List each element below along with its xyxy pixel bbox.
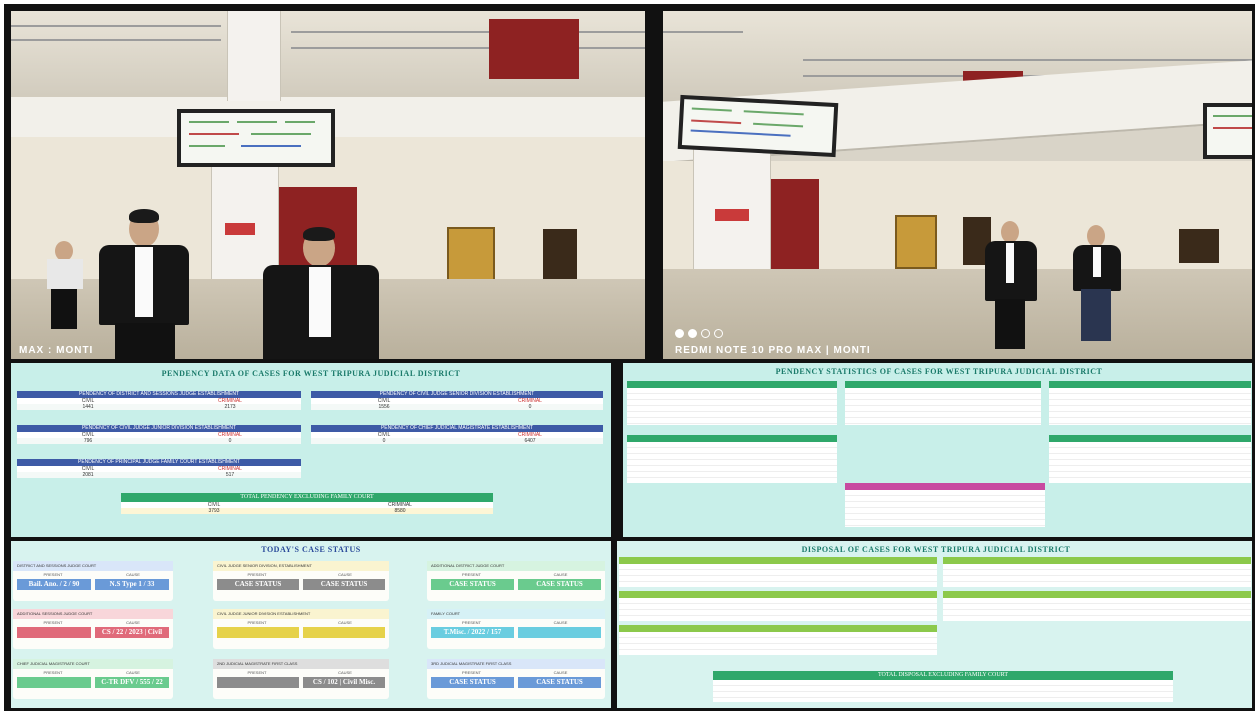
total-disposal-box: TOTAL DISPOSAL EXCLUDING FAMILY COURT [713, 671, 1173, 702]
stats-table [845, 381, 1041, 425]
photo-courthouse-left: MAX : MONTI [11, 11, 645, 359]
disposal-table [619, 625, 937, 655]
disposal-table [619, 591, 937, 621]
screenshot-frame: MAX : MONTI REDMI NOTE 10 PRO MAX | MONT… [4, 4, 1255, 711]
pendency-box: PENDENCY OF CHIEF JUDICIAL MAGISTRATE ES… [311, 425, 603, 444]
display-screen [1203, 103, 1252, 159]
display-screen [177, 109, 335, 167]
stats-table [1049, 381, 1251, 425]
pendency-data-title: PENDENCY DATA OF CASES FOR WEST TRIPURA … [161, 369, 461, 378]
railing [291, 31, 645, 33]
person-standing [1067, 225, 1127, 345]
person-walking [89, 209, 199, 359]
person-walking [257, 227, 387, 359]
person-background [41, 241, 91, 331]
disposal-table [619, 557, 937, 587]
pendency-statistics-title: PENDENCY STATISTICS OF CASES FOR WEST TR… [775, 367, 1103, 376]
case-status-card[interactable]: FAMILY COURT PRESENT CAUSE T.Misc. / 2022… [427, 609, 605, 649]
watermark: REDMI NOTE 10 PRO MAX | MONTI [675, 345, 871, 356]
photo-courthouse-right: REDMI NOTE 10 PRO MAX | MONTI [663, 11, 1252, 359]
case-status-card[interactable]: 3RD JUDICIAL MAGISTRATE FIRST CLASS PRES… [427, 659, 605, 699]
disposal-title: DISPOSAL OF CASES FOR WEST TRIPURA JUDIC… [801, 545, 1071, 554]
pendency-box: PENDENCY OF DISTRICT AND SESSIONS JUDGE … [17, 391, 301, 410]
railing [803, 59, 1252, 61]
display-screen [677, 94, 839, 158]
case-status-card[interactable]: ADDITIONAL DISTRICT JUDGE COURT PRESENT C… [427, 561, 605, 601]
watermark: MAX : MONTI [19, 345, 94, 356]
disposal-panel: DISPOSAL OF CASES FOR WEST TRIPURA JUDIC… [617, 541, 1252, 708]
stats-table [627, 381, 837, 425]
case-status-card[interactable]: DISTRICT AND SESSIONS JUDGE COURT PRESEN… [13, 561, 173, 601]
wall-sign [225, 223, 255, 235]
stats-table [627, 435, 837, 483]
case-status-card[interactable]: CHIEF JUDICIAL MAGISTRATE COURT PRESENT C… [13, 659, 173, 699]
pendency-box: PENDENCY OF CIVIL JUDGE JUNIOR DIVISION … [17, 425, 301, 444]
todays-case-status-panel: TODAY'S CASE STATUS DISTRICT AND SESSION… [11, 541, 611, 708]
todays-status-title: TODAY'S CASE STATUS [261, 545, 361, 554]
railing [11, 25, 221, 27]
door [895, 215, 937, 269]
pagination-dots [675, 329, 723, 338]
disposal-table [943, 557, 1251, 587]
wall-sign [715, 209, 749, 221]
stats-table [845, 483, 1045, 527]
pendency-statistics-panel: PENDENCY STATISTICS OF CASES FOR WEST TR… [623, 363, 1252, 537]
person-walking [981, 221, 1041, 351]
stats-table [1049, 435, 1251, 483]
case-status-card[interactable]: 2ND JUDICIAL MAGISTRATE FIRST CLASS PRES… [213, 659, 389, 699]
case-status-card[interactable]: CIVIL JUDGE SENIOR DIVISION, ESTABLISHME… [213, 561, 389, 601]
case-status-card[interactable]: CIVIL JUDGE JUNIOR DIVISION ESTABLISHMEN… [213, 609, 389, 649]
total-pendency-box: TOTAL PENDENCY EXCLUDING FAMILY COURT CI… [121, 493, 493, 514]
case-status-card[interactable]: ADDITIONAL SESSIONS JUDGE COURT PRESENT C… [13, 609, 173, 649]
pendency-box: PENDENCY OF CIVIL JUDGE SENIOR DIVISION … [311, 391, 603, 410]
red-panel [489, 19, 579, 79]
disposal-table [943, 591, 1251, 621]
pendency-data-panel: PENDENCY DATA OF CASES FOR WEST TRIPURA … [11, 363, 611, 537]
pendency-box: PENDENCY OF PRINCIPAL JUDGE FAMILY COURT… [17, 459, 301, 478]
